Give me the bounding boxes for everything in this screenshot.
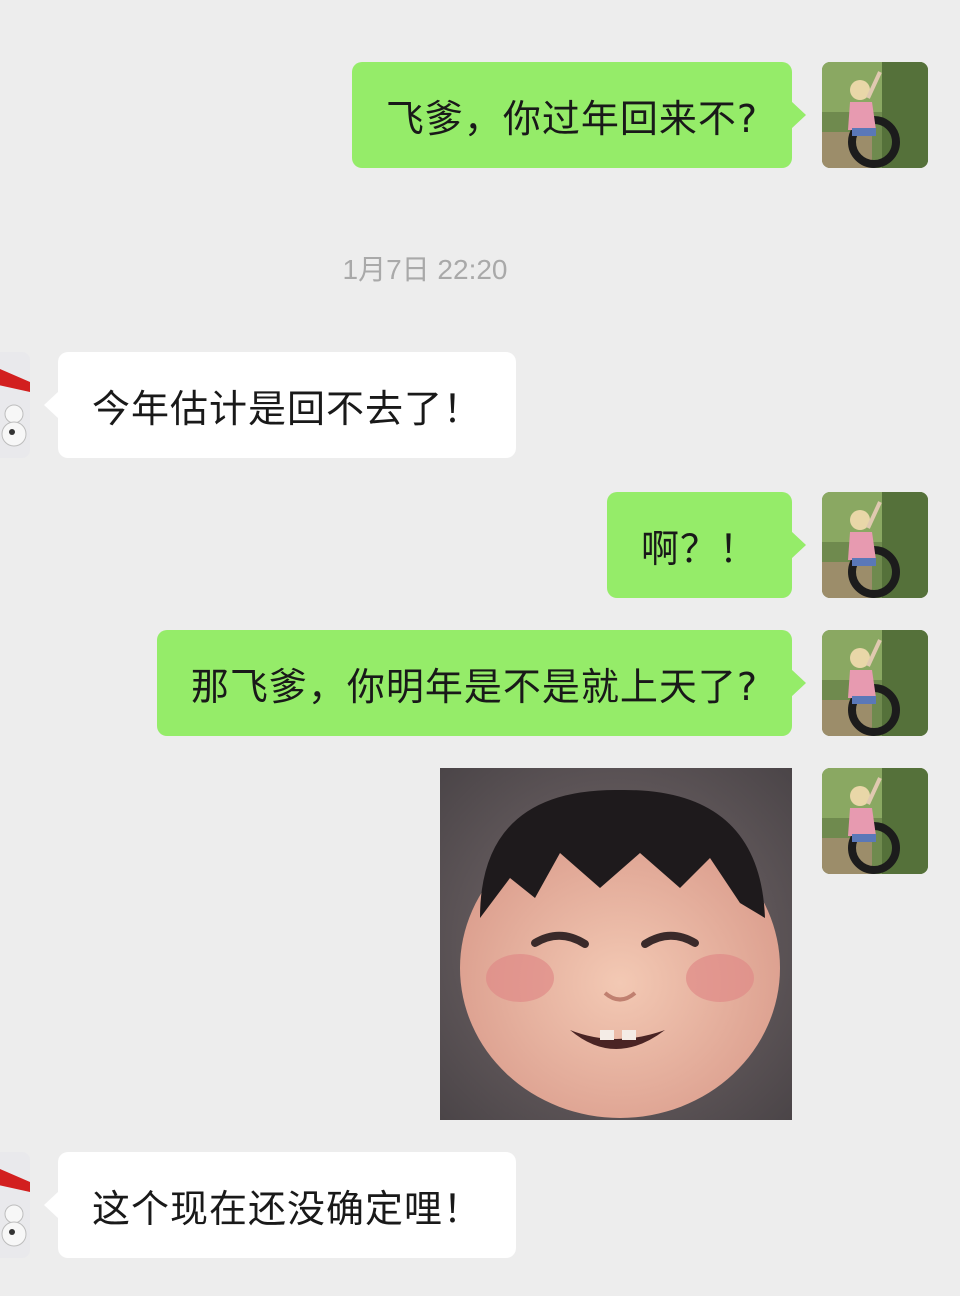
message-text: 今年估计是回不去了！	[92, 386, 483, 431]
message-bubble-other[interactable]: 今年估计是回不去了！	[43, 352, 517, 458]
smiling-baby-sticker-icon	[440, 768, 792, 1120]
message-text: 啊？！	[640, 526, 758, 571]
other-avatar[interactable]	[0, 352, 30, 458]
message-bubble-self[interactable]: 啊？！	[606, 492, 807, 598]
self-avatar[interactable]	[822, 768, 928, 874]
message-bubble-self[interactable]: 飞爹，你过年回来不?	[351, 62, 807, 168]
message-text: 这个现在还没确定哩！	[92, 1186, 483, 1231]
snowman-avatar-icon	[0, 352, 30, 458]
girl-on-swing-avatar-icon	[822, 630, 928, 736]
chat-window: 飞爹，你过年回来不? 1月7日 22:20 今年估计是回不去了！ 啊？！ 那飞爹…	[0, 0, 960, 1296]
message-bubble-self[interactable]: 那飞爹，你明年是不是就上天了?	[156, 630, 807, 736]
message-text: 那飞爹，你明年是不是就上天了?	[190, 664, 758, 709]
message-text: 飞爹，你过年回来不?	[385, 96, 758, 141]
self-avatar[interactable]	[822, 492, 928, 598]
other-avatar[interactable]	[0, 1152, 30, 1258]
girl-on-swing-avatar-icon	[822, 62, 928, 168]
girl-on-swing-avatar-icon	[822, 492, 928, 598]
self-avatar[interactable]	[822, 630, 928, 736]
sticker-image[interactable]	[440, 768, 792, 1120]
message-bubble-other[interactable]: 这个现在还没确定哩！	[43, 1152, 517, 1258]
timestamp: 1月7日 22:20	[342, 254, 508, 285]
snowman-avatar-icon	[0, 1152, 30, 1258]
self-avatar[interactable]	[822, 62, 928, 168]
girl-on-swing-avatar-icon	[822, 768, 928, 874]
